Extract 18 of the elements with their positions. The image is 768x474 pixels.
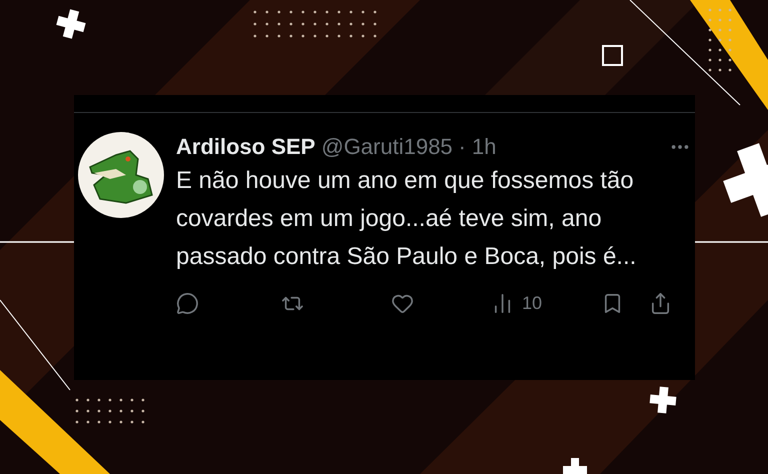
share-icon	[649, 292, 672, 315]
share-button[interactable]	[649, 292, 672, 315]
heart-icon	[391, 292, 414, 315]
views-button[interactable]: 10	[491, 290, 542, 317]
plus-shape	[563, 458, 587, 474]
display-name[interactable]: Ardiloso SEP	[176, 132, 316, 162]
tweet-text: E não houve um ano em que fossemos tão covardes em um jogo...aé teve sim, ano passado contra São Paulo e Boca, pois é...	[176, 166, 638, 272]
dot-grid	[708, 8, 732, 72]
timestamp[interactable]: 1h	[472, 132, 496, 162]
reply-icon	[176, 292, 199, 315]
separator-dot: ·	[458, 133, 466, 161]
plus-shape	[650, 386, 676, 414]
square-outline	[602, 45, 623, 66]
user-handle[interactable]: @Garuti1985	[321, 132, 453, 162]
plus-shape	[56, 9, 86, 39]
reply-button[interactable]	[176, 292, 199, 315]
like-button[interactable]	[391, 292, 414, 315]
dot-grid	[76, 398, 144, 424]
